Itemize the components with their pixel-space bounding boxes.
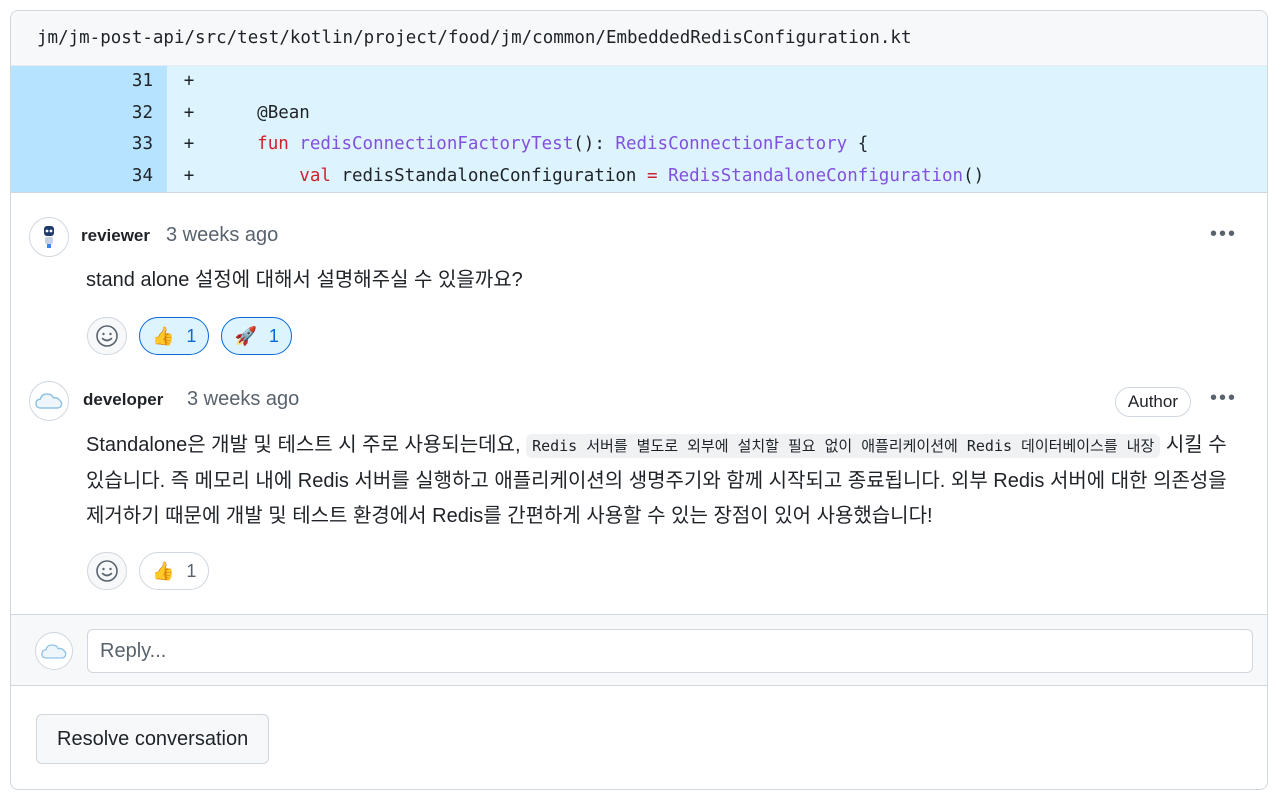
- add-reaction-button[interactable]: [87, 552, 127, 590]
- rocket-icon: 🚀: [234, 325, 257, 346]
- reaction-rocket[interactable]: 🚀 1: [221, 317, 292, 355]
- code-token: (): [963, 165, 985, 186]
- comment-body: Standalone은 개발 및 테스트 시 주로 사용되는데요, Redis …: [86, 428, 1246, 534]
- cloud-avatar-icon: [41, 643, 67, 659]
- code-token: =: [646, 165, 658, 186]
- more-options-icon[interactable]: •••: [1210, 387, 1237, 410]
- reviewer-avatar[interactable]: [29, 217, 69, 257]
- reactions-bar: 👍 1 🚀 1: [87, 317, 292, 355]
- diff-add-marker: +: [183, 134, 195, 154]
- reaction-count: 1: [186, 560, 197, 581]
- more-options-icon[interactable]: •••: [1210, 223, 1237, 246]
- file-path[interactable]: jm/jm-post-api/src/test/kotlin/project/f…: [37, 28, 911, 48]
- line-number[interactable]: 31: [11, 66, 167, 98]
- add-reaction-button[interactable]: [87, 317, 127, 355]
- file-path-header[interactable]: jm/jm-post-api/src/test/kotlin/project/f…: [11, 11, 1267, 66]
- diff-add-marker: +: [183, 165, 195, 186]
- code-line: val redisStandaloneConfiguration = Redis…: [207, 161, 984, 193]
- smiley-icon: [96, 560, 118, 582]
- comment-timestamp[interactable]: 3 weeks ago: [166, 224, 278, 247]
- diff-snippet: 31 +32 + @Bean 33 + fun redisConnectionFacto…: [11, 66, 1267, 193]
- code-token: @Bean: [257, 102, 310, 123]
- current-user-avatar: [35, 632, 73, 670]
- code-token: {: [847, 134, 869, 154]
- reply-bar: Reply...: [11, 614, 1267, 686]
- reaction-thumbs-up[interactable]: 👍 1: [139, 317, 210, 355]
- developer-avatar[interactable]: [29, 381, 69, 421]
- cloud-avatar-icon: [35, 393, 63, 409]
- code-token: ():: [573, 134, 616, 154]
- inline-code: Redis 서버를 별도로 외부에 설치할 필요 없이 애플리케이션에 Redi…: [526, 434, 1161, 458]
- reaction-count: 1: [186, 325, 197, 346]
- reaction-thumbs-up[interactable]: 👍 1: [139, 552, 210, 590]
- comment-body: stand alone 설정에 대해서 설명해주실 수 있을까요?: [86, 269, 523, 291]
- robot-avatar-icon: [44, 226, 54, 248]
- line-number[interactable]: 33: [11, 129, 167, 161]
- resolve-conversation-button[interactable]: Resolve conversation: [36, 714, 270, 764]
- smiley-icon: [96, 325, 118, 347]
- diff-line[interactable]: 34 + val redisStandaloneConfiguration = R…: [11, 160, 1267, 193]
- code-token: redisStandaloneConfiguration: [330, 165, 647, 186]
- reaction-count: 1: [268, 325, 279, 346]
- code-token: RedisConnectionFactory: [615, 134, 848, 154]
- diff-line[interactable]: 33 + fun redisConnectionFactoryTest(): Re…: [11, 129, 1267, 161]
- code-token: fun: [257, 134, 289, 154]
- review-thread-card: jm/jm-post-api/src/test/kotlin/project/f…: [10, 10, 1268, 790]
- thumbs-up-icon: 👍: [152, 560, 175, 581]
- line-number[interactable]: 32: [11, 97, 167, 129]
- comment-body-text: Standalone은 개발 및 테스트 시 주로 사용되는데요,: [86, 434, 527, 456]
- comment-timestamp[interactable]: 3 weeks ago: [187, 388, 299, 411]
- thumbs-up-icon: 👍: [152, 325, 175, 346]
- code-line: fun redisConnectionFactoryTest(): RedisC…: [207, 129, 868, 161]
- diff-add-marker: +: [183, 102, 195, 123]
- reactions-bar: 👍 1: [87, 552, 210, 590]
- line-number[interactable]: 34: [11, 160, 167, 192]
- comment-author[interactable]: reviewer: [81, 226, 150, 246]
- code-token: val: [299, 165, 331, 186]
- code-token: RedisStandaloneConfiguration: [668, 165, 964, 186]
- comment-author[interactable]: developer: [83, 390, 163, 410]
- diff-add-marker: +: [183, 71, 195, 91]
- author-badge: Author: [1114, 387, 1191, 417]
- diff-line[interactable]: 31 +: [11, 66, 1267, 98]
- code-line: @Bean: [207, 98, 310, 130]
- reply-input[interactable]: Reply...: [87, 629, 1253, 673]
- diff-line[interactable]: 32 + @Bean: [11, 97, 1267, 130]
- code-token: redisConnectionFactoryTest: [299, 134, 574, 154]
